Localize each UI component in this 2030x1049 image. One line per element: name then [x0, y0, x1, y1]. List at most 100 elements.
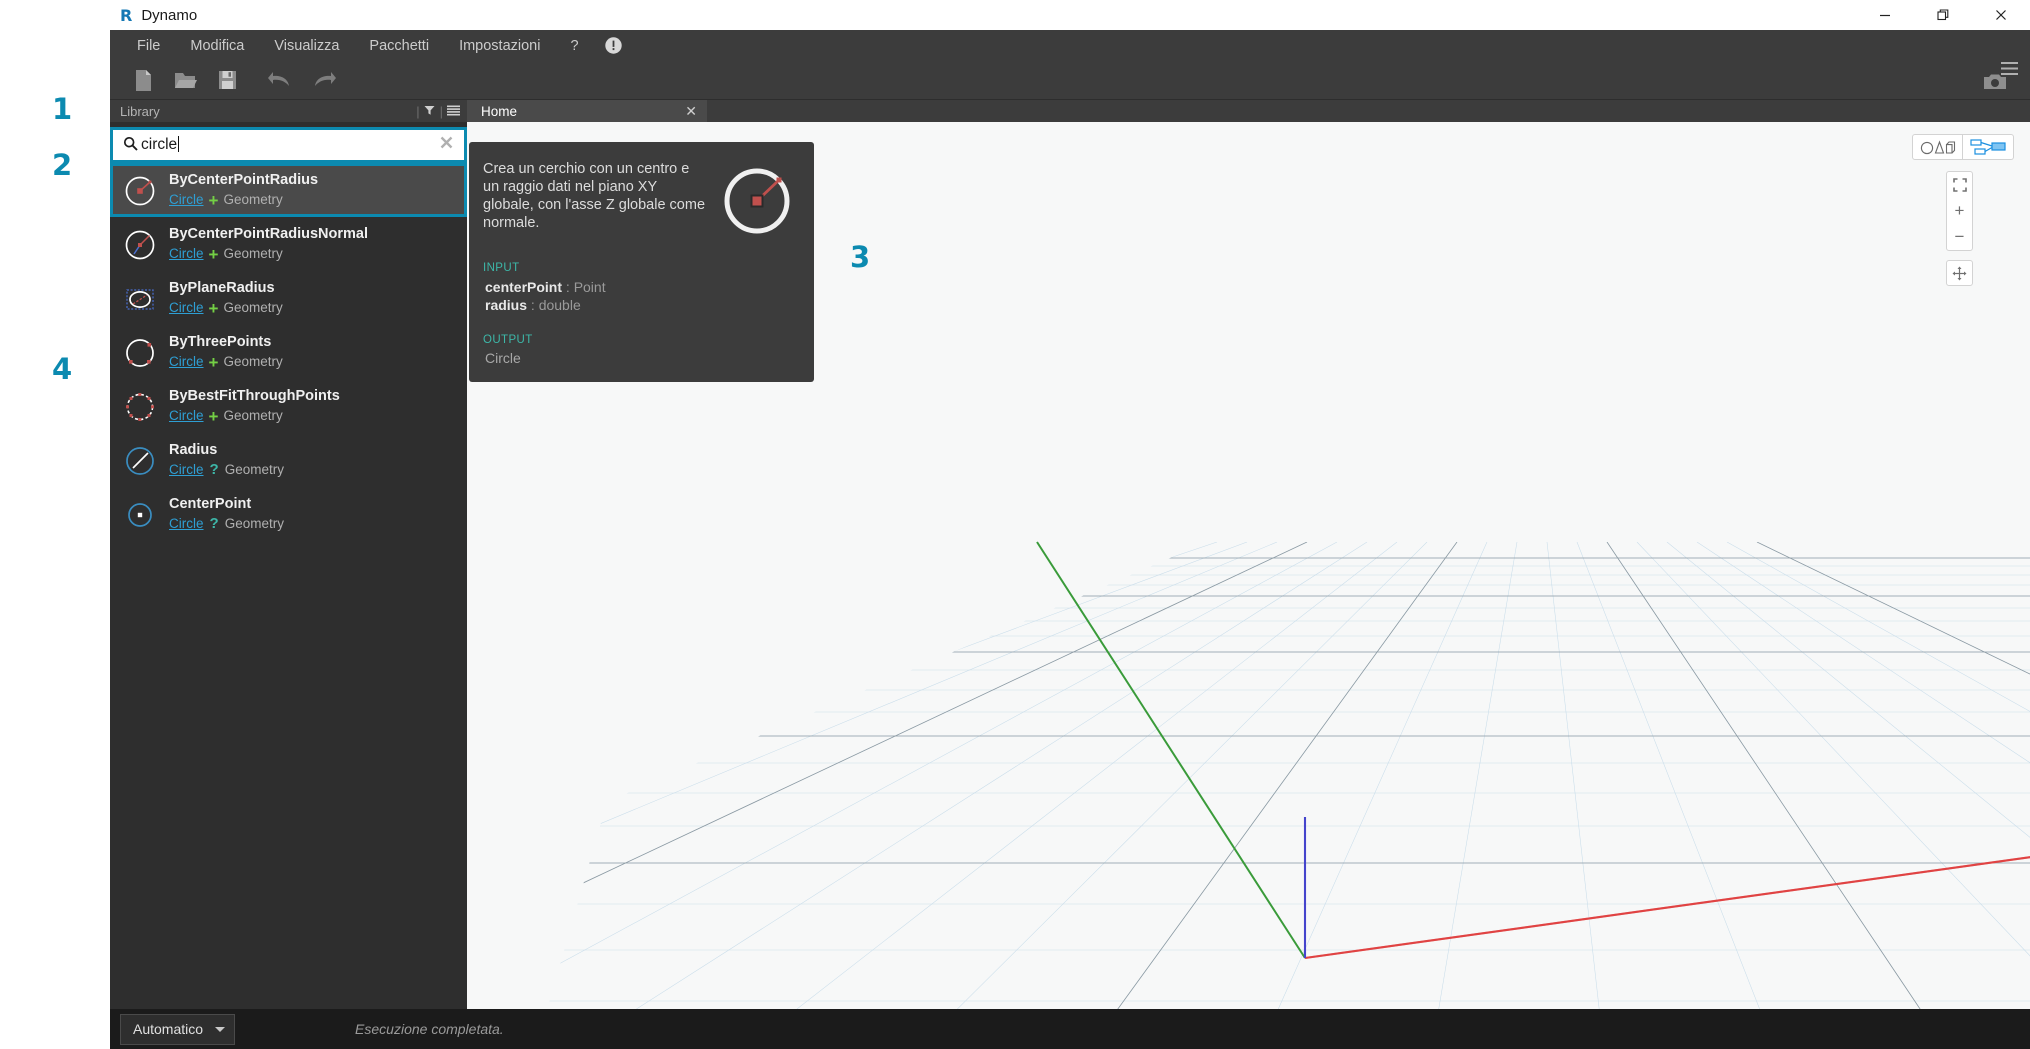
tab-home-label: Home	[481, 104, 517, 119]
zoom-in-button[interactable]: +	[1947, 198, 1972, 224]
library-result-radius[interactable]: Radius Circle ? Geometry	[110, 433, 467, 487]
category-link[interactable]: Circle	[169, 354, 204, 370]
port-type: Point	[574, 279, 606, 295]
menu-modifica[interactable]: Modifica	[175, 33, 259, 59]
menu-visualizza[interactable]: Visualizza	[259, 33, 354, 59]
graph-canvas[interactable]: Crea un cerchio con un centro e un raggi…	[467, 122, 2030, 1049]
create-plus-icon: +	[209, 248, 219, 261]
search-value-wrapper: circle	[141, 136, 437, 154]
new-file-icon[interactable]	[122, 64, 164, 97]
library-search-container: circle	[110, 127, 467, 163]
category-tail: Geometry	[223, 354, 282, 370]
zoom-to-fit-icon[interactable]	[1947, 172, 1972, 198]
clear-x-icon[interactable]	[437, 136, 456, 154]
tooltip-input-radius: radius : double	[483, 296, 796, 314]
library-result-text: ByThreePoints Circle + Geometry	[169, 334, 457, 370]
chevron-down-icon	[215, 1027, 225, 1032]
menu-bar: File Modifica Visualizza Pacchetti Impos…	[110, 30, 2030, 61]
port-type-sep: :	[562, 279, 574, 295]
query-question-icon: ?	[210, 462, 219, 478]
library-result-byplaneradius[interactable]: ByPlaneRadius Circle + Geometry	[110, 271, 467, 325]
category-tail: Geometry	[225, 516, 284, 532]
text-caret	[178, 136, 179, 152]
library-result-text: ByBestFitThroughPoints Circle + Geometry	[169, 388, 457, 424]
tooltip-output-circle: Circle	[483, 350, 796, 366]
maximize-button[interactable]	[1914, 0, 1972, 30]
main-toolbar	[110, 61, 2030, 100]
tab-close-icon[interactable]: ✕	[671, 103, 697, 120]
redo-icon[interactable]	[302, 64, 344, 97]
search-input[interactable]: circle	[113, 130, 464, 160]
close-button[interactable]	[1972, 0, 2030, 30]
filter-icon[interactable]	[422, 104, 438, 119]
create-plus-icon: +	[209, 194, 219, 207]
undo-icon[interactable]	[260, 64, 302, 97]
save-icon[interactable]	[206, 64, 248, 97]
library-result-name: ByCenterPointRadiusNormal	[169, 226, 457, 243]
tab-bar-filler	[707, 100, 2030, 122]
library-panel: Library | |	[110, 100, 467, 1049]
library-result-category: Circle ? Geometry	[169, 462, 457, 478]
tooltip-input-centerpoint: centerPoint : Point	[483, 278, 796, 296]
library-result-bythreepoints[interactable]: ByThreePoints Circle + Geometry	[110, 325, 467, 379]
divider: |	[416, 104, 419, 119]
tab-home[interactable]: Home ✕	[467, 100, 707, 122]
category-link[interactable]: Circle	[169, 516, 204, 532]
circle-three-points-icon	[123, 336, 157, 370]
tooltip-output-heading: OUTPUT	[483, 334, 796, 346]
port-type: double	[539, 297, 581, 313]
dynamo-logo-icon: R	[120, 6, 132, 25]
library-title: Library	[120, 104, 416, 119]
library-result-category: Circle ? Geometry	[169, 516, 457, 532]
menu-help[interactable]: ?	[555, 33, 593, 59]
circle-radius-query-icon	[123, 444, 157, 478]
circle-center-radius-normal-icon	[123, 228, 157, 262]
geometry-view-icon[interactable]	[1912, 134, 1963, 160]
library-result-text: CenterPoint Circle ? Geometry	[169, 496, 457, 532]
view-mode-toggle-group	[1912, 134, 2014, 160]
library-result-name: ByBestFitThroughPoints	[169, 388, 457, 405]
library-header-icons: | |	[416, 104, 461, 119]
library-result-bybestfitthroughpoints[interactable]: ByBestFitThroughPoints Circle + Geometry	[110, 379, 467, 433]
menu-pacchetti[interactable]: Pacchetti	[354, 33, 444, 59]
library-result-centerpoint[interactable]: CenterPoint Circle ? Geometry	[110, 487, 467, 541]
library-result-category: Circle + Geometry	[169, 300, 457, 316]
window-controls	[1856, 0, 2030, 30]
circle-center-radius-icon	[123, 174, 157, 208]
create-plus-icon: +	[209, 410, 219, 423]
category-link[interactable]: Circle	[169, 408, 204, 424]
menu-impostazioni[interactable]: Impostazioni	[444, 33, 555, 59]
close-icon	[1994, 8, 2008, 22]
graph-view-icon[interactable]	[1963, 134, 2014, 160]
library-result-name: ByThreePoints	[169, 334, 457, 351]
pan-move-icon[interactable]	[1946, 260, 1973, 286]
circle-plane-radius-icon	[123, 282, 157, 316]
category-link[interactable]: Circle	[169, 192, 204, 208]
list-icon[interactable]	[445, 104, 461, 119]
zoom-out-button[interactable]: −	[1947, 224, 1972, 250]
library-result-bycenterpointradiusnormal[interactable]: ByCenterPointRadiusNormal Circle + Geome…	[110, 217, 467, 271]
library-result-bycenterpointradius[interactable]: ByCenterPointRadius Circle + Geometry	[110, 163, 467, 217]
run-mode-dropdown[interactable]: Automatico	[120, 1014, 235, 1045]
open-file-icon[interactable]	[164, 64, 206, 97]
library-result-category: Circle + Geometry	[169, 408, 457, 424]
category-link[interactable]: Circle	[169, 300, 204, 316]
library-result-name: ByPlaneRadius	[169, 280, 457, 297]
hamburger-menu-icon[interactable]	[2001, 62, 2018, 80]
category-link[interactable]: Circle	[169, 462, 204, 478]
divider: |	[440, 104, 443, 119]
category-link[interactable]: Circle	[169, 246, 204, 262]
annotation-2: 2	[52, 148, 72, 182]
circle-centerpoint-query-icon	[123, 498, 157, 532]
minimize-icon	[1878, 8, 1892, 22]
node-info-tooltip: Crea un cerchio con un centro e un raggi…	[469, 142, 814, 382]
alert-circle-icon[interactable]	[604, 36, 624, 56]
library-header: Library | |	[110, 100, 467, 122]
run-mode-label: Automatico	[133, 1021, 203, 1037]
library-result-text: ByCenterPointRadiusNormal Circle + Geome…	[169, 226, 457, 262]
menu-file[interactable]: File	[122, 33, 175, 59]
library-result-text: Radius Circle ? Geometry	[169, 442, 457, 478]
zoom-control-group: + −	[1946, 171, 1973, 251]
minimize-button[interactable]	[1856, 0, 1914, 30]
category-tail: Geometry	[225, 462, 284, 478]
